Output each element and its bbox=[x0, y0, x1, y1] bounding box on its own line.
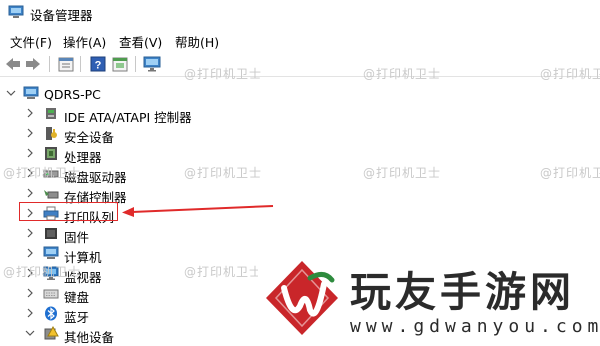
watermark-text: @打印机卫士 bbox=[3, 265, 82, 279]
device-manager-icon bbox=[8, 5, 24, 18]
watermark-text: @打印机卫士 bbox=[540, 67, 600, 81]
toolbar-separator bbox=[49, 56, 50, 72]
chevron-right-icon[interactable] bbox=[25, 187, 35, 199]
tree-root[interactable]: QDRS-PC bbox=[0, 84, 300, 104]
keyboard-icon bbox=[43, 289, 59, 299]
ide-controller-icon bbox=[46, 108, 56, 119]
toolbar-separator bbox=[135, 56, 136, 72]
computer-icon bbox=[23, 86, 39, 99]
tree-item-bluetooth[interactable]: 蓝牙 bbox=[0, 304, 300, 325]
annotation-highlight-box bbox=[19, 202, 118, 221]
menu-view[interactable]: 查看(V) bbox=[119, 32, 162, 51]
properties-icon[interactable] bbox=[57, 55, 75, 73]
tree-item-ide-controller[interactable]: IDE ATA/ATAPI 控制器 bbox=[0, 104, 300, 125]
menu-bar: 文件(F) 操作(A) 查看(V) 帮助(H) bbox=[0, 30, 600, 50]
tree-item-firmware[interactable]: 固件 bbox=[0, 224, 300, 245]
firmware-icon bbox=[45, 228, 57, 239]
forward-icon[interactable] bbox=[24, 55, 42, 73]
menu-help[interactable]: 帮助(H) bbox=[175, 32, 219, 51]
tree-item-processor[interactable]: 处理器 bbox=[0, 144, 300, 165]
tree-item-security-device[interactable]: 安全设备 bbox=[0, 124, 300, 145]
chevron-right-icon[interactable] bbox=[25, 147, 35, 159]
brand-logo-icon bbox=[266, 261, 338, 335]
chevron-right-icon[interactable] bbox=[25, 107, 35, 119]
tree-item-keyboard[interactable]: 键盘 bbox=[0, 284, 300, 305]
chevron-right-icon[interactable] bbox=[25, 247, 35, 259]
bluetooth-icon bbox=[45, 306, 57, 321]
menu-file[interactable]: 文件(F) bbox=[10, 32, 52, 51]
brand-title: 玩友手游网 bbox=[350, 268, 575, 316]
brand-url: www.gdwanyou.com bbox=[350, 316, 600, 337]
title-bar: 设备管理器 bbox=[0, 0, 600, 26]
watermark-text: @打印机卫士 bbox=[363, 166, 442, 180]
watermark-text: @打印机卫士 bbox=[3, 166, 82, 180]
watermark-text: @打印机卫士 bbox=[184, 265, 263, 279]
computer-icon bbox=[43, 246, 59, 259]
other-devices-icon bbox=[44, 326, 59, 340]
security-device-icon bbox=[46, 127, 57, 140]
monitor-icon[interactable] bbox=[143, 55, 161, 73]
svg-text:?: ? bbox=[95, 60, 102, 72]
chevron-right-icon[interactable] bbox=[25, 287, 35, 299]
processor-icon bbox=[45, 147, 57, 160]
tree-item-computer[interactable]: 计算机 bbox=[0, 244, 300, 265]
help-icon[interactable]: ? bbox=[89, 55, 107, 73]
watermark-text: @打印机卫士 bbox=[363, 67, 442, 81]
chevron-right-icon[interactable] bbox=[25, 227, 35, 239]
watermark-text: @打印机卫士 bbox=[184, 67, 263, 81]
storage-controller-icon bbox=[44, 190, 59, 199]
tree-root-label: QDRS-PC bbox=[44, 87, 101, 102]
menu-action[interactable]: 操作(A) bbox=[63, 32, 106, 51]
chevron-down-icon[interactable] bbox=[6, 87, 16, 99]
chevron-down-icon[interactable] bbox=[25, 327, 35, 339]
chevron-right-icon[interactable] bbox=[25, 127, 35, 139]
watermark-text: @打印机卫士 bbox=[540, 166, 600, 180]
window-title: 设备管理器 bbox=[30, 8, 93, 23]
tree-item-label: 其他设备 bbox=[64, 330, 115, 345]
annotation-arrow-icon bbox=[122, 205, 274, 217]
toolbar-separator bbox=[80, 56, 81, 72]
watermark-text: @打印机卫士 bbox=[184, 166, 263, 180]
tree-item-other-devices[interactable]: 其他设备 bbox=[0, 324, 300, 345]
back-icon[interactable] bbox=[4, 55, 22, 73]
refresh-icon[interactable] bbox=[111, 55, 129, 73]
chevron-right-icon[interactable] bbox=[25, 307, 35, 319]
toolbar: ? bbox=[0, 52, 600, 77]
